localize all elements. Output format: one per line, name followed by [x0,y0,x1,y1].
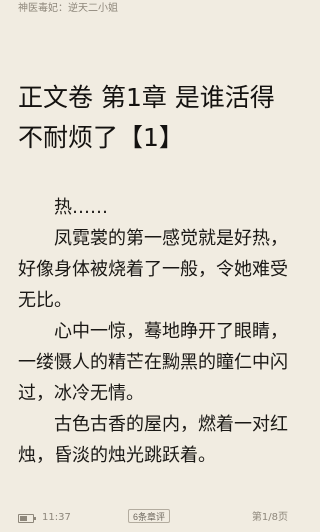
battery-icon [18,514,36,523]
reader-footer: 11:37 6条章评 第1/8页 [0,508,300,530]
paragraph: 心中一惊，蓦地睁开了眼睛，一缕慑人的精芒在黝黑的瞳仁中闪过，冰冷无情。 [18,321,288,404]
reader-page[interactable]: 神医毒妃：逆天二小姐 正文卷 第1章 是谁活得不耐烦了【1】 热…… 凤霓裳的第… [0,0,300,532]
page-indicator: 第1/8页 [251,512,288,523]
chapter-title: 正文卷 第1章 是谁活得不耐烦了【1】 [18,83,275,152]
clock-time: 11:37 [42,512,71,523]
chapter-content: 热…… 凤霓裳的第一感觉就是好热，好像身体被烧着了一般，令她难受无比。 心中一惊… [18,192,288,471]
book-title: 神医毒妃：逆天二小姐 [18,3,118,14]
paragraph: 凤霓裳的第一感觉就是好热，好像身体被烧着了一般，令她难受无比。 [18,228,288,311]
paragraph: 古色古香的屋内，燃着一对红烛，昏淡的烛光跳跃着。 [18,414,288,466]
paragraph: 热…… [54,197,108,218]
chapter-comments-button[interactable]: 6条章评 [128,509,171,523]
battery-level [20,516,27,521]
